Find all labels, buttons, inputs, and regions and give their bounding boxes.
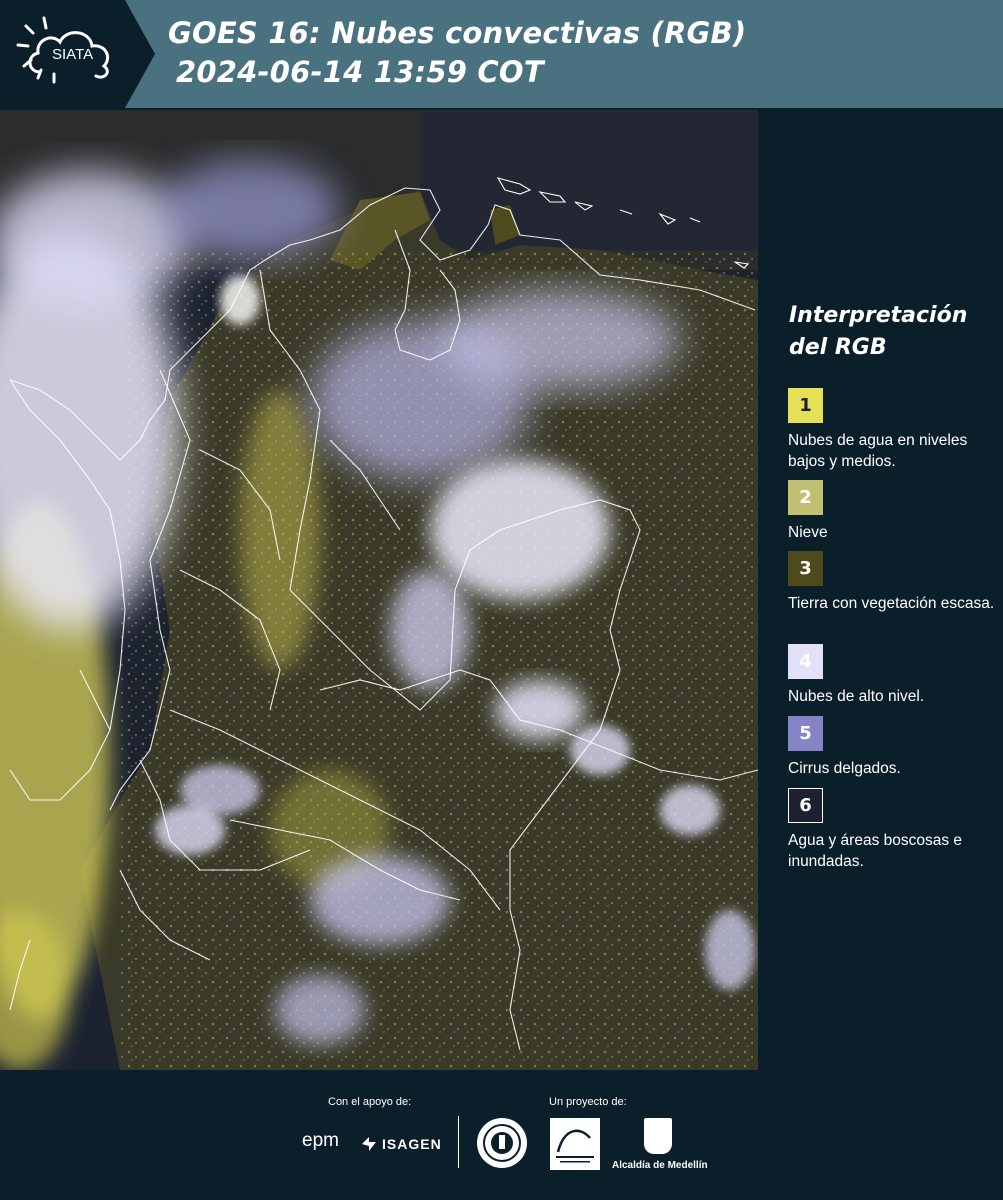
metropolitan-seal-icon <box>477 1118 527 1168</box>
logo-text: SIATA <box>52 46 94 63</box>
alcaldia-shield-icon <box>644 1118 672 1154</box>
project-label: Un proyecto de: <box>549 1096 627 1108</box>
legend-panel: Interpretación del RGB 1 Nubes de agua e… <box>768 110 1003 1070</box>
legend-swatch-6: 6 <box>788 788 823 823</box>
alcaldia-medellin-logo: Alcaldía de Medellín <box>612 1118 708 1174</box>
legend-item-5: 5 Cirrus delgados. <box>788 716 998 779</box>
footer: Con el apoyo de: Un proyecto de: epm ISA… <box>0 1070 1003 1200</box>
legend-item-6: 6 Agua y áreas boscosas e inundadas. <box>788 788 998 872</box>
legend-item-3: 3 Tierra con vegetación escasa. <box>788 551 998 614</box>
legend-swatch-1: 1 <box>788 388 823 423</box>
legend-swatch-3: 3 <box>788 551 823 586</box>
legend-item-4: 4 Nubes de alto nivel. <box>788 644 998 707</box>
legend-label-4: Nubes de alto nivel. <box>788 688 925 705</box>
alcaldia-name: Alcaldía de Medellín <box>612 1160 708 1171</box>
area-metropolitana-logo <box>550 1118 600 1170</box>
legend-swatch-2: 2 <box>788 480 823 515</box>
satellite-image <box>0 110 758 1070</box>
isagen-icon <box>362 1137 376 1151</box>
header-bar: SIATA GOES 16: Nubes convectivas (RGB) 2… <box>0 0 1003 108</box>
legend-label-6: Agua y áreas boscosas e inundadas. <box>788 832 963 870</box>
legend-label-1: Nubes de agua en niveles bajos y medios. <box>788 432 968 470</box>
timestamp-title: 2024-06-14 13:59 COT <box>176 55 544 89</box>
legend-label-5: Cirrus delgados. <box>788 760 901 777</box>
isagen-logo: ISAGEN <box>360 1132 442 1156</box>
epm-logo: epm <box>302 1130 339 1151</box>
legend-title: Interpretación del RGB <box>789 303 968 360</box>
support-label: Con el apoyo de: <box>328 1096 412 1108</box>
legend-swatch-5: 5 <box>788 716 823 751</box>
legend-item-2: 2 Nieve <box>788 480 998 543</box>
siata-logo: SIATA <box>0 0 155 108</box>
legend-swatch-4: 4 <box>788 644 823 679</box>
legend-item-1: 1 Nubes de agua en niveles bajos y medio… <box>788 388 998 472</box>
footer-divider <box>458 1116 459 1168</box>
legend-label-2: Nieve <box>788 524 828 541</box>
page-title: GOES 16: Nubes convectivas (RGB) <box>168 16 747 50</box>
legend-label-3: Tierra con vegetación escasa. <box>788 595 995 612</box>
